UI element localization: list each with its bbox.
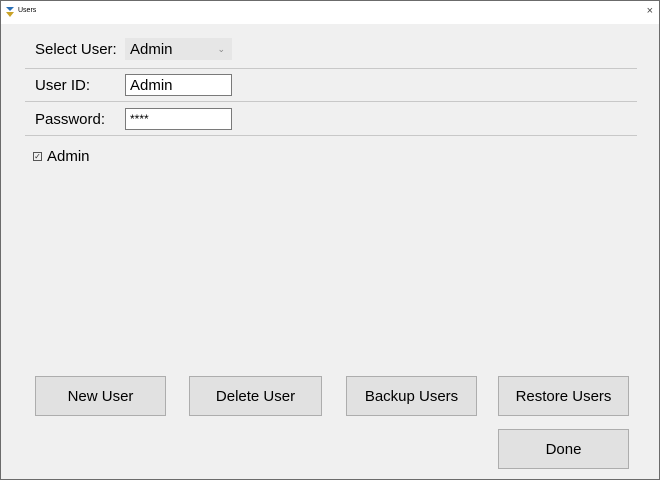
delete-user-button[interactable]: Delete User (189, 376, 322, 416)
user-id-label: User ID: (35, 77, 91, 94)
divider (25, 135, 637, 136)
select-user-value: Admin (130, 41, 173, 58)
chevron-down-icon: ⌄ (217, 44, 225, 54)
window-title: Users (18, 7, 37, 14)
users-window: Users × Select User: Admin ⌄ User ID: Pa… (0, 0, 660, 480)
users-app-icon (6, 7, 14, 17)
new-user-button[interactable]: New User (35, 376, 166, 416)
select-user-dropdown[interactable]: Admin ⌄ (125, 38, 232, 60)
backup-users-button[interactable]: Backup Users (346, 376, 477, 416)
title-bar: Users × (1, 1, 659, 24)
password-label: Password: (35, 111, 106, 128)
divider (25, 68, 637, 69)
password-field[interactable] (125, 108, 232, 130)
done-button[interactable]: Done (498, 429, 629, 469)
select-user-label: Select User: (35, 41, 117, 58)
admin-checkbox[interactable]: ✓ Admin (33, 148, 90, 165)
close-icon[interactable]: × (647, 5, 653, 17)
user-id-field[interactable] (125, 74, 232, 96)
admin-checkbox-label: Admin (47, 148, 90, 165)
checkbox-checked-icon: ✓ (33, 152, 42, 161)
restore-users-button[interactable]: Restore Users (498, 376, 629, 416)
divider (25, 101, 637, 102)
